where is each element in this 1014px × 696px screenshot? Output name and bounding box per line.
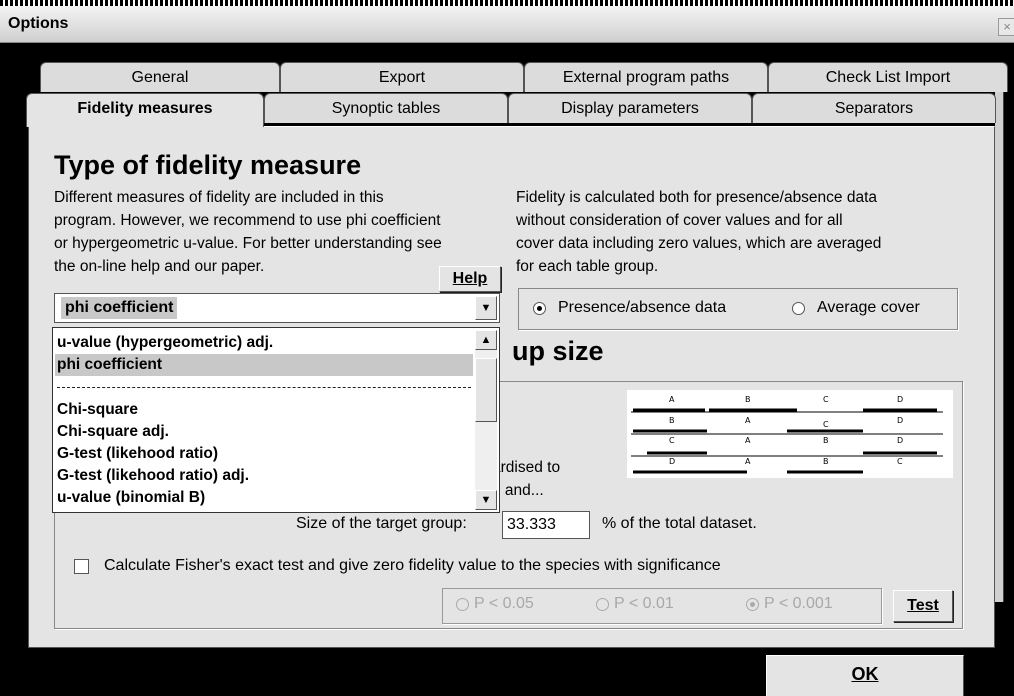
dropdown-scrollbar[interactable]: ▲ ▼ (475, 330, 497, 510)
calculation-note-line: for each table group. (516, 258, 659, 275)
diagram-letter: D (669, 457, 675, 466)
chevron-down-icon[interactable]: ▼ (475, 296, 497, 320)
presence-absence-radio[interactable] (533, 302, 546, 315)
fidelity-measure-select[interactable]: phi coefficient ▼ (54, 293, 500, 323)
diagram-letter: A (669, 395, 675, 404)
dropdown-item[interactable]: u-value (hypergeometric) adj. (55, 332, 473, 354)
dropdown-item[interactable]: G-test (likehood ratio) (55, 443, 473, 465)
diagram-letter: C (823, 395, 829, 404)
combo-selected-value: phi coefficient (61, 297, 178, 319)
diagram-letter: B (669, 416, 675, 425)
scroll-thumb[interactable] (475, 358, 497, 422)
fidelity-description-line: program. However, we recommend to use ph… (54, 212, 441, 229)
p0001-label: P < 0.001 (764, 595, 833, 612)
diagram-letter: C (897, 457, 903, 466)
group-size-partial-text: ardised to e and... (492, 456, 560, 502)
calculation-note-line: Fidelity is calculated both for presence… (516, 189, 878, 206)
average-cover-label: Average cover (817, 299, 920, 316)
diagram-letter: D (897, 416, 903, 425)
target-group-size-input[interactable]: 33.333 (502, 511, 590, 539)
fidelity-description-line: Different measures of fidelity are inclu… (54, 189, 384, 206)
diagram-letter: B (745, 395, 751, 404)
ok-button-label: OK (851, 664, 879, 684)
tab-general[interactable]: General (40, 62, 280, 92)
partial-text-line: e and... (492, 482, 544, 499)
group-size-heading: up size (512, 336, 604, 366)
fidelity-calculation-note: Fidelity is calculated both for presence… (516, 186, 966, 278)
fisher-test-checkbox[interactable] (74, 559, 89, 574)
fidelity-heading: Type of fidelity measure (54, 150, 362, 180)
test-button-label: Test (907, 597, 939, 614)
p001-label: P < 0.01 (614, 595, 674, 612)
target-group-label: Size of the target group: (296, 515, 467, 532)
help-button[interactable]: Help (439, 266, 501, 292)
close-icon[interactable]: × (998, 18, 1014, 36)
fisher-test-label: Calculate Fisher's exact test and give z… (104, 557, 721, 574)
diagram-letter: D (897, 395, 903, 404)
dropdown-separator (57, 387, 471, 388)
diagram-letter: C (669, 436, 675, 445)
p005-label: P < 0.05 (474, 595, 534, 612)
calculation-note-line: cover data including zero values, which … (516, 235, 882, 252)
p0001-radio[interactable] (746, 598, 759, 611)
diagram-letter: C (823, 420, 829, 429)
p005-radio[interactable] (456, 598, 469, 611)
fidelity-description: Different measures of fidelity are inclu… (54, 186, 524, 278)
dropdown-item[interactable]: Chi-square (55, 399, 473, 421)
test-button[interactable]: Test (893, 590, 953, 622)
p001-radio[interactable] (596, 598, 609, 611)
dropdown-item[interactable]: u-value (binomial B) (55, 487, 473, 509)
diagram-letter: D (897, 436, 903, 445)
help-button-label: Help (452, 270, 488, 287)
tab-external-program-paths[interactable]: External program paths (524, 62, 768, 92)
scroll-up-icon[interactable]: ▲ (475, 330, 497, 350)
diagram-letter: A (745, 457, 751, 466)
tab-separators[interactable]: Separators (752, 93, 996, 123)
tab-check-list-import[interactable]: Check List Import (768, 62, 1008, 92)
ok-button[interactable]: OK (766, 655, 964, 696)
dropdown-item[interactable]: Chi-square adj. (55, 421, 473, 443)
target-group-suffix: % of the total dataset. (602, 515, 757, 532)
fidelity-measure-dropdown: u-value (hypergeometric) adj. phi coeffi… (52, 327, 500, 513)
tab-display-parameters[interactable]: Display parameters (508, 93, 752, 123)
dropdown-item-selected[interactable]: phi coefficient (55, 354, 473, 376)
tab-fidelity-measures[interactable]: Fidelity measures (26, 93, 264, 127)
presence-absence-label: Presence/absence data (558, 299, 727, 316)
diagram-letter: A (745, 416, 751, 425)
diagram-letter: A (745, 436, 751, 445)
tab-row-edge (995, 92, 1004, 602)
average-cover-radio[interactable] (792, 302, 805, 315)
scroll-down-icon[interactable]: ▼ (475, 490, 497, 510)
diagram-letter: B (823, 457, 829, 466)
group-size-diagram: A B C D B A C D C A B D D A B C (627, 390, 953, 478)
title-bar: Options × (0, 6, 1014, 43)
tab-synoptic-tables[interactable]: Synoptic tables (264, 93, 508, 123)
fidelity-description-line: or hypergeometric u-value. For better un… (54, 235, 442, 252)
diagram-letter: B (823, 436, 829, 445)
partial-text-line: ardised to (492, 459, 561, 476)
window-title: Options (8, 15, 69, 32)
calculation-note-line: without consideration of cover values an… (516, 212, 843, 229)
tab-export[interactable]: Export (280, 62, 524, 92)
dropdown-item[interactable]: G-test (likehood ratio) adj. (55, 465, 473, 487)
